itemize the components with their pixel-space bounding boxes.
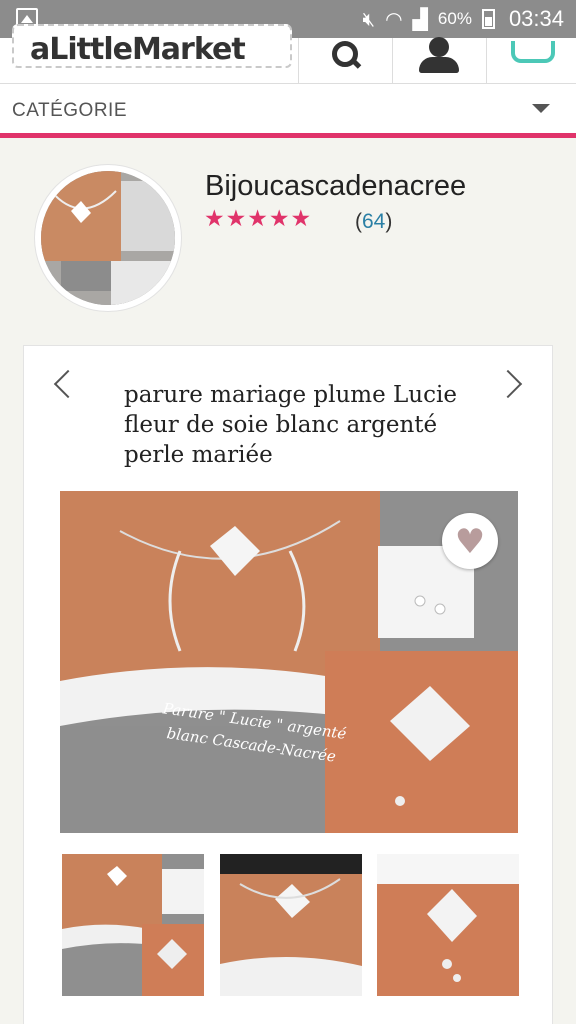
shop-avatar[interactable]: [35, 165, 181, 311]
search-icon: [331, 41, 358, 67]
rating-paren-open: (: [355, 210, 362, 233]
user-icon: [417, 37, 461, 73]
heart-icon: ♥: [454, 522, 486, 562]
category-label: CATÉGORIE: [12, 100, 127, 121]
shop-name[interactable]: Bijoucascadenacree: [205, 170, 466, 203]
rating-paren-close: ): [385, 210, 393, 233]
site-logo[interactable]: aLittleMarket: [12, 24, 292, 68]
basket-icon: [510, 41, 555, 63]
account-button[interactable]: [392, 37, 484, 84]
thumbnail-strip: [62, 854, 519, 998]
clock: 03:34: [508, 6, 564, 31]
battery-icon: [481, 9, 495, 29]
thumbnail-3[interactable]: [377, 854, 519, 996]
signal-icon: ▟: [412, 7, 428, 31]
app-screen: 🔇︎ ◠ ▟ 60% 03:34 aLittleMarket CATÉGORIE: [0, 0, 576, 1024]
wifi-icon: ◠: [385, 7, 403, 31]
battery-percent: 60%: [437, 9, 472, 28]
logo-text: aLittleMarket: [30, 32, 246, 67]
app-header: aLittleMarket: [0, 24, 576, 84]
product-title: parure mariage plume Lucie fleur de soie…: [124, 382, 457, 468]
chevron-right-icon[interactable]: [493, 369, 523, 399]
product-main-image[interactable]: Parure " Lucie " argenté blanc Cascade-N…: [60, 491, 518, 833]
mute-icon: 🔇︎: [362, 7, 376, 31]
thumbnail-2[interactable]: [220, 854, 362, 996]
search-button[interactable]: [298, 38, 390, 84]
rating-count-link[interactable]: 64: [362, 210, 385, 233]
avatar-image: [41, 171, 175, 305]
cart-button[interactable]: [486, 38, 576, 84]
rating-count[interactable]: (64): [355, 210, 392, 234]
rating-stars: ★★★★★: [204, 206, 313, 232]
favorite-button[interactable]: ♥: [442, 513, 498, 569]
chevron-down-icon: [532, 104, 550, 113]
thumbnail-1[interactable]: [62, 854, 204, 996]
product-card: parure mariage plume Lucie fleur de soie…: [23, 345, 553, 1024]
category-dropdown[interactable]: CATÉGORIE: [0, 84, 576, 138]
chevron-left-icon[interactable]: [53, 369, 83, 399]
